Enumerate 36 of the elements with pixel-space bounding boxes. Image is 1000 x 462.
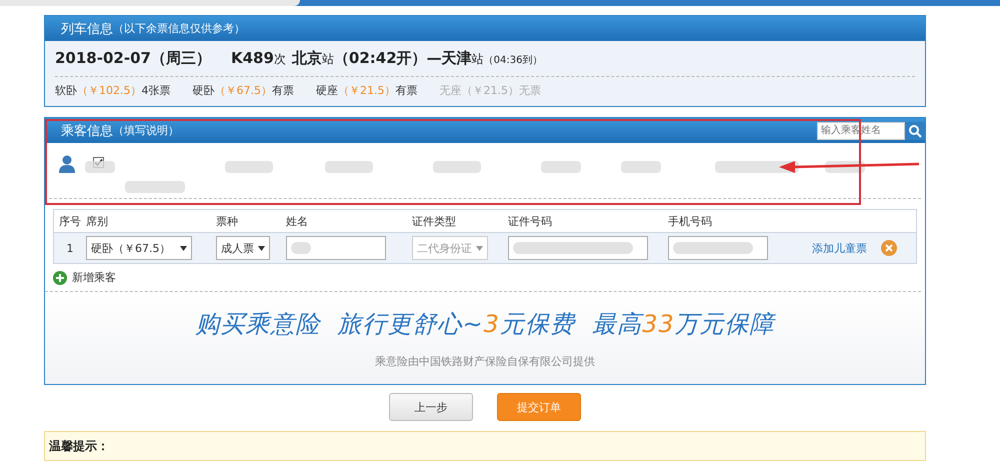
seat-availability: 硬座（￥21.5）有票 xyxy=(316,83,418,98)
travel-date: 2018-02-07（周三） xyxy=(55,49,211,68)
tips-title: 温馨提示： xyxy=(49,439,109,453)
train-number: K489次 xyxy=(230,49,286,68)
search-icon xyxy=(908,124,922,138)
panel-title: 乘客信息 xyxy=(61,122,113,140)
banner-subtitle: 乘意险由中国铁路财产保险自保有限公司提供 xyxy=(375,354,595,368)
seat-availability: 硬卧（￥67.5）有票 xyxy=(192,83,294,98)
name-field[interactable] xyxy=(286,236,386,260)
panel-title: 列车信息 xyxy=(61,20,113,38)
seat-select[interactable]: 硬卧（￥67.5） xyxy=(86,236,192,260)
column-header: 票种 xyxy=(216,214,239,228)
person-icon xyxy=(59,155,75,173)
route-text: 北京站（02:42开）—天津站（04:36到） xyxy=(292,49,542,68)
ticket-type-select[interactable]: 成人票 xyxy=(216,236,270,260)
arrow-icon xyxy=(779,160,919,174)
column-header: 证件号码 xyxy=(508,214,553,228)
seat-availability: 软卧（￥102.5）4张票 xyxy=(55,83,170,98)
banner-headline: 购买乘意险 旅行更舒心~3元保费 最高33万元保障 xyxy=(195,308,775,340)
panel-note: （以下余票信息仅供参考） xyxy=(113,21,245,36)
column-header: 证件类型 xyxy=(412,214,457,228)
add-child-ticket-link[interactable]: 添加儿童票 xyxy=(812,240,867,256)
remove-icon[interactable] xyxy=(881,240,897,256)
column-header: 姓名 xyxy=(286,214,309,228)
phone-field[interactable] xyxy=(668,236,768,260)
seat-availability: 无座（￥21.5）无票 xyxy=(440,83,541,98)
id-number-field[interactable] xyxy=(508,236,648,260)
column-header: 序号 xyxy=(58,214,82,228)
add-icon[interactable] xyxy=(53,270,67,284)
back-button[interactable]: 上一步 xyxy=(389,393,473,421)
search-button[interactable] xyxy=(905,122,925,140)
column-header: 手机号码 xyxy=(668,214,713,228)
add-passenger-link[interactable]: 新增乘客 xyxy=(72,270,116,285)
row-number: 1 xyxy=(66,242,74,254)
instructions-link[interactable]: （填写说明） xyxy=(113,123,179,138)
column-header: 席别 xyxy=(86,214,109,228)
